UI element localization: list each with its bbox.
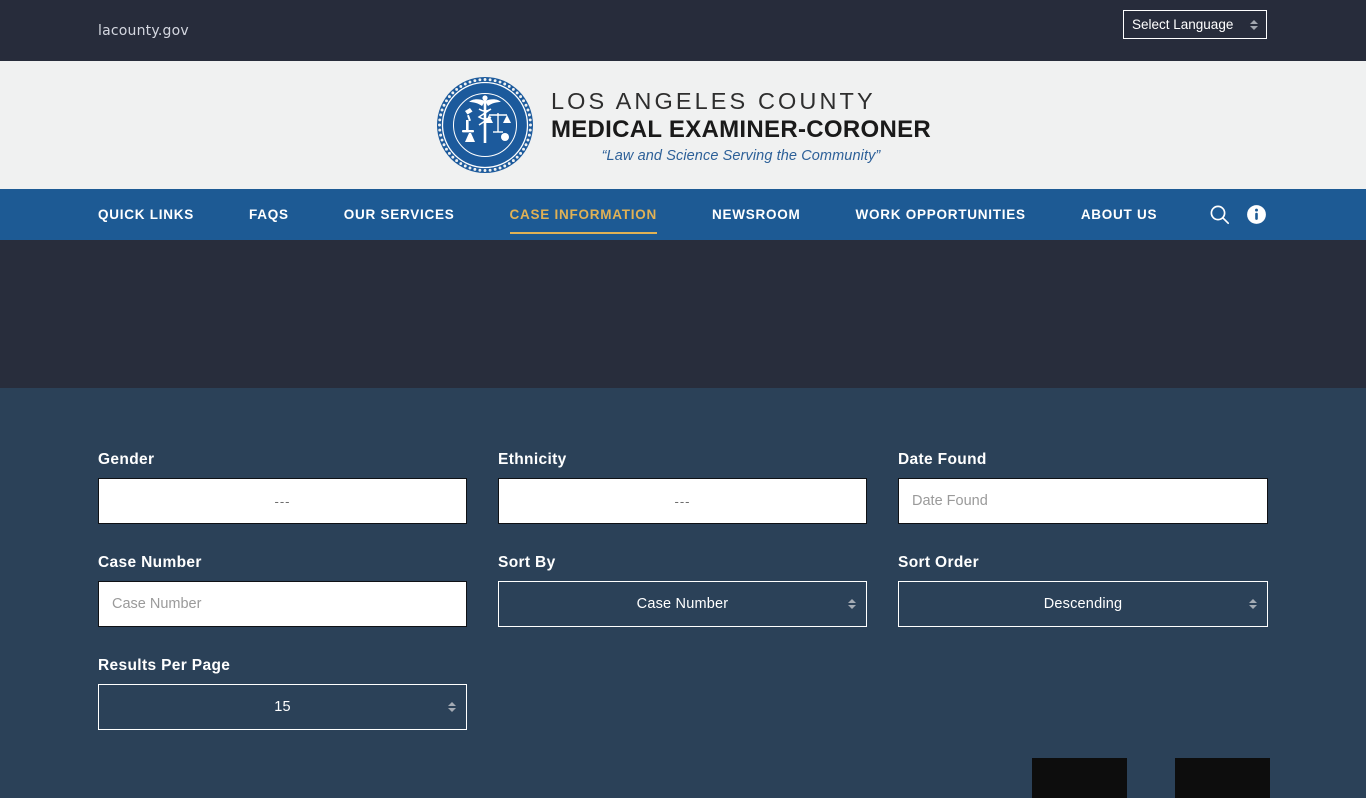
nav-item-faqs[interactable]: FAQS: [249, 207, 316, 222]
logo-title-line1: LOS ANGELES COUNTY: [550, 87, 876, 114]
results-per-page-value: 15: [274, 699, 291, 715]
secondary-action-button[interactable]: [1175, 758, 1270, 798]
nav-item-work-opportunities[interactable]: WORK OPPORTUNITIES: [856, 207, 1053, 222]
top-utility-bar: lacounty.gov Select Language: [0, 0, 1366, 61]
site-logo[interactable]: LOS ANGELES COUNTY MEDICAL EXAMINER-CORO…: [435, 75, 931, 175]
grid-gap: [467, 524, 498, 627]
nav-item-newsroom[interactable]: NEWSROOM: [712, 207, 828, 222]
lacounty-gov-link[interactable]: lacounty.gov: [98, 23, 189, 39]
gender-value: ---: [274, 493, 291, 509]
updown-spinner-icon: [1249, 599, 1257, 609]
sort-by-label: Sort By: [498, 554, 556, 571]
gender-label: Gender: [98, 451, 155, 468]
logo-tagline: “Law and Science Serving the Community”: [601, 148, 881, 165]
main-navigation-bar: QUICK LINKS FAQS OUR SERVICES CASE INFOR…: [0, 189, 1366, 240]
field-sort-by: Sort By Case Number: [498, 524, 867, 627]
updown-spinner-icon: [1250, 19, 1258, 30]
ethnicity-label: Ethnicity: [498, 451, 567, 468]
date-found-label: Date Found: [898, 451, 987, 468]
grid-gap: [467, 451, 498, 524]
sort-by-value: Case Number: [636, 596, 729, 612]
search-icon[interactable]: [1209, 204, 1230, 225]
language-select-box[interactable]: Select Language: [1123, 10, 1267, 39]
results-per-page-select[interactable]: 15: [98, 684, 467, 730]
grid-gap: [867, 451, 898, 524]
nav-items: QUICK LINKS FAQS OUR SERVICES CASE INFOR…: [98, 207, 1158, 234]
ethnicity-value: ---: [674, 493, 691, 509]
updown-spinner-icon: [848, 599, 856, 609]
nav-item-quick-links[interactable]: QUICK LINKS: [98, 207, 221, 222]
case-number-label: Case Number: [98, 554, 202, 571]
info-circle-icon[interactable]: [1246, 204, 1267, 225]
case-number-input[interactable]: [98, 581, 467, 627]
field-results-per-page: Results Per Page 15: [98, 627, 467, 730]
ethnicity-select[interactable]: ---: [498, 478, 867, 524]
logo-title-line2: MEDICAL EXAMINER-CORONER: [550, 115, 932, 143]
field-sort-order: Sort Order Descending: [898, 524, 1268, 627]
page-hero-banner: [0, 240, 1366, 388]
nav-icon-group: [1209, 204, 1267, 225]
nav-item-about-us[interactable]: ABOUT US: [1081, 207, 1158, 222]
language-select-label: Select Language: [1132, 17, 1234, 32]
nav-item-case-information[interactable]: CASE INFORMATION: [509, 207, 685, 234]
field-ethnicity: Ethnicity ---: [498, 451, 867, 524]
results-per-page-label: Results Per Page: [98, 657, 231, 674]
date-found-input[interactable]: [898, 478, 1268, 524]
case-search-form: Gender --- Ethnicity --- Date Found Case…: [0, 388, 1366, 768]
field-gender: Gender ---: [98, 451, 467, 524]
field-date-found: Date Found: [898, 451, 1268, 524]
primary-action-button[interactable]: [1032, 758, 1127, 798]
language-selector[interactable]: Select Language: [1123, 10, 1267, 39]
gender-select[interactable]: ---: [98, 478, 467, 524]
updown-spinner-icon: [448, 702, 456, 712]
field-case-number: Case Number: [98, 524, 467, 627]
site-header-band: LOS ANGELES COUNTY MEDICAL EXAMINER-CORO…: [0, 61, 1366, 189]
form-action-buttons: [1032, 758, 1270, 798]
grid-gap: [867, 524, 898, 627]
sort-order-label: Sort Order: [898, 554, 980, 571]
sort-order-value: Descending: [1043, 596, 1123, 612]
sort-by-select[interactable]: Case Number: [498, 581, 867, 627]
sort-order-select[interactable]: Descending: [898, 581, 1268, 627]
department-seal-icon: [436, 77, 533, 173]
nav-item-our-services[interactable]: OUR SERVICES: [344, 207, 482, 222]
